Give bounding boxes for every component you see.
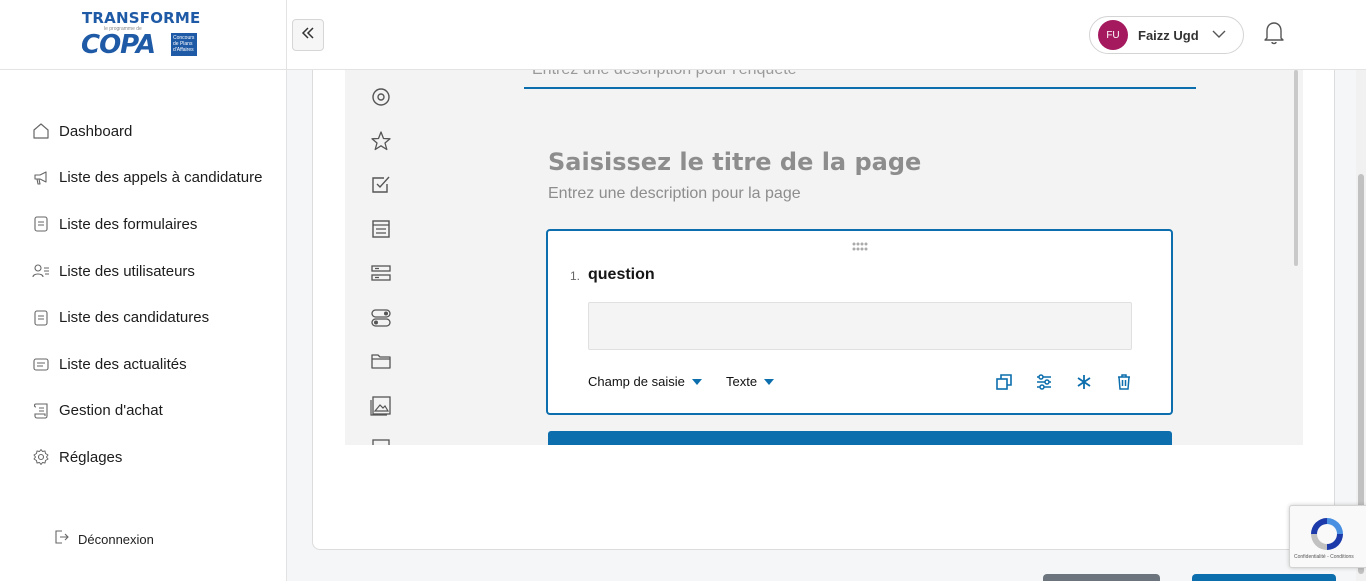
sidebar-item-label: Dashboard [59, 122, 133, 140]
sidebar-item-appels[interactable]: Liste des appels à candidature [0, 155, 287, 202]
page-description-field[interactable]: Entrez une description pour la page [548, 185, 801, 203]
editor-scrollbar[interactable] [1294, 70, 1298, 266]
recaptcha-badge[interactable]: Confidentialité - Conditions [1289, 505, 1366, 568]
logout-label: Déconnexion [78, 532, 154, 547]
question-number: 1. [570, 269, 581, 283]
logo-main-text: COPA [81, 30, 156, 60]
toggle-icon[interactable] [369, 306, 393, 330]
home-icon [31, 121, 51, 141]
sidebar-item-dashboard[interactable]: Dashboard [0, 108, 287, 155]
more-tool-icon[interactable] [369, 436, 393, 445]
sidebar: TRANSFORME le programme de COPA Concours… [0, 0, 287, 581]
sidebar-item-label: Liste des appels à candidature [59, 169, 263, 187]
multi-text-icon[interactable] [369, 261, 393, 285]
question-title[interactable]: question [588, 266, 655, 284]
sidebar-item-formulaires[interactable]: Liste des formulaires [0, 201, 287, 248]
sidebar-item-label: Liste des formulaires [59, 215, 198, 233]
sidebar-item-reglages[interactable]: Réglages [0, 434, 287, 481]
top-header: FU Faizz Ugd [287, 0, 1366, 70]
checkbox-icon[interactable] [369, 173, 393, 197]
sidebar-item-achat[interactable]: Gestion d'achat [0, 388, 287, 435]
user-name: Faizz Ugd [1138, 27, 1199, 43]
double-chevron-left-icon [300, 25, 316, 46]
delete-trash-icon[interactable] [1113, 371, 1135, 393]
sidebar-item-label: Liste des actualités [59, 355, 187, 373]
image-icon[interactable] [369, 393, 393, 417]
drag-handle-icon[interactable] [852, 239, 868, 257]
question-card[interactable]: 1. question Champ de saisie Texte [546, 229, 1173, 415]
user-menu[interactable]: FU Faizz Ugd [1089, 16, 1244, 54]
recaptcha-icon [1308, 515, 1346, 558]
add-question-button[interactable] [548, 431, 1172, 445]
notification-bell-icon[interactable] [1262, 20, 1286, 46]
sidebar-item-label: Gestion d'achat [59, 402, 163, 420]
megaphone-icon [31, 168, 51, 188]
radio-icon[interactable] [369, 85, 393, 109]
secondary-action-button[interactable] [1043, 574, 1160, 581]
receipt-icon [31, 401, 51, 421]
news-icon [31, 354, 51, 374]
input-type-dropdown[interactable]: Champ de saisie [588, 374, 702, 389]
question-toolbox [345, 70, 415, 445]
brand-logo[interactable]: TRANSFORME le programme de COPA Concours… [0, 0, 286, 70]
sidebar-nav: Dashboard Liste des appels à candidature… [0, 108, 287, 481]
input-type-label: Champ de saisie [588, 374, 685, 389]
star-icon[interactable] [369, 129, 393, 153]
collapse-sidebar-button[interactable] [292, 19, 324, 51]
gear-icon [31, 447, 51, 467]
recaptcha-footer: Confidentialité - Conditions [1294, 554, 1354, 560]
logo-box-text: Concours de Plans d'Affaires [171, 33, 197, 56]
logout-button[interactable]: Déconnexion [52, 528, 154, 551]
settings-sliders-icon[interactable] [1033, 371, 1055, 393]
document-icon [31, 308, 51, 328]
value-type-dropdown[interactable]: Texte [726, 374, 775, 389]
sidebar-item-label: Liste des utilisateurs [59, 262, 195, 280]
users-icon [31, 261, 51, 281]
chevron-down-icon [1211, 26, 1227, 44]
caret-down-icon [764, 378, 775, 385]
sidebar-item-label: Liste des candidatures [59, 309, 210, 327]
text-icon[interactable] [369, 217, 393, 241]
sidebar-item-actualites[interactable]: Liste des actualités [0, 341, 287, 388]
sidebar-item-label: Réglages [59, 448, 123, 466]
folder-icon[interactable] [369, 349, 393, 373]
logout-icon [52, 528, 70, 551]
sidebar-item-utilisateurs[interactable]: Liste des utilisateurs [0, 248, 287, 295]
required-asterisk-icon[interactable] [1073, 371, 1095, 393]
sidebar-item-candidatures[interactable]: Liste des candidatures [0, 294, 287, 341]
avatar: FU [1098, 20, 1128, 50]
caret-down-icon [691, 378, 702, 385]
survey-editor: Entrez une description pour l'enquête Sa… [345, 70, 1303, 445]
value-type-label: Texte [726, 374, 758, 389]
survey-description-field[interactable]: Entrez une description pour l'enquête [524, 70, 1196, 89]
logo-top-text: TRANSFORME [82, 9, 201, 27]
question-answer-input[interactable] [588, 302, 1132, 350]
duplicate-icon[interactable] [993, 371, 1015, 393]
page-title-field[interactable]: Saisissez le titre de la page [548, 148, 921, 176]
form-icon [31, 214, 51, 234]
primary-action-button[interactable] [1192, 574, 1336, 581]
